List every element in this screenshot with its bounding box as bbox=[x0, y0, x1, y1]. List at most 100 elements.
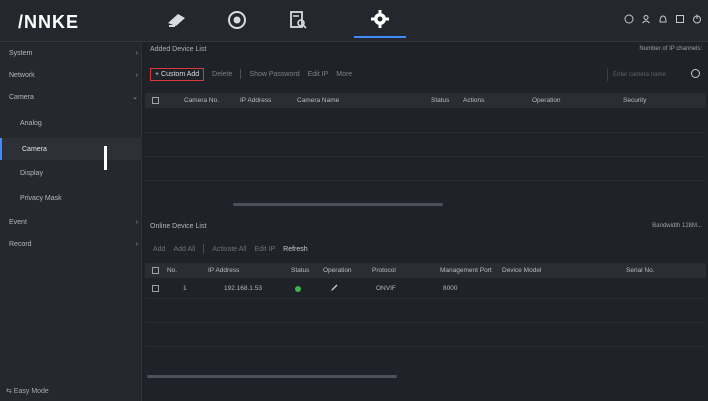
sidebar-item-label: Camera bbox=[9, 93, 34, 101]
chevron-right-icon: › bbox=[135, 49, 138, 57]
added-table-header: Camera No. IP Address Camera Name Status… bbox=[145, 93, 706, 108]
col-protocol: Protocol bbox=[372, 267, 396, 274]
main-panel: Added Device List Number of IP channels:… bbox=[143, 42, 708, 401]
top-bar: /NNKE bbox=[0, 0, 708, 42]
more-button[interactable]: More bbox=[336, 71, 352, 78]
online-table-header: No. IP Address Status Operation Protocol… bbox=[145, 263, 706, 278]
sidebar-item-system[interactable]: System › bbox=[0, 42, 142, 64]
file-search-nav[interactable] bbox=[272, 4, 324, 38]
sidebar-item-privacy-mask[interactable]: Privacy Mask bbox=[0, 187, 142, 209]
sidebar-item-display[interactable]: Display bbox=[0, 162, 142, 184]
sidebar-item-event[interactable]: Event › bbox=[0, 211, 142, 233]
top-right-icons bbox=[624, 14, 702, 24]
alarm-icon[interactable] bbox=[658, 14, 668, 24]
cell-management-port: 8000 bbox=[443, 285, 458, 292]
col-serial-no: Serial No. bbox=[626, 267, 655, 274]
col-no: No. bbox=[167, 267, 178, 274]
user-icon[interactable] bbox=[641, 14, 651, 24]
col-camera-no: Camera No. bbox=[184, 97, 220, 104]
sidebar-item-label: System bbox=[9, 49, 33, 57]
edit-ip-button[interactable]: Edit IP bbox=[255, 246, 276, 253]
select-all-checkbox[interactable] bbox=[152, 267, 159, 274]
table-divider bbox=[145, 346, 706, 347]
edit-pencil-icon[interactable] bbox=[330, 283, 339, 294]
toolbar-divider bbox=[240, 69, 242, 79]
sidebar: System › Network › Camera ⌄ Analog Camer… bbox=[0, 42, 142, 401]
chevron-right-icon: › bbox=[135, 218, 138, 226]
col-ip-address: IP Address bbox=[240, 97, 272, 104]
online-device-title[interactable]: Online Device List bbox=[150, 223, 206, 230]
sidebar-item-label: Privacy Mask bbox=[20, 194, 62, 202]
table-row[interactable]: 1 192.168.1.53 ONVIF 8000 bbox=[145, 282, 706, 297]
bandwidth-label: Bandwidth 128M... bbox=[652, 223, 702, 229]
cell-no: 1 bbox=[183, 285, 187, 292]
select-all-checkbox[interactable] bbox=[152, 97, 159, 104]
col-status: Status bbox=[431, 97, 450, 104]
col-operation: Operation bbox=[323, 267, 352, 274]
col-actions: Actions bbox=[463, 97, 485, 104]
search-file-icon bbox=[289, 10, 307, 32]
col-ip-address: IP Address bbox=[208, 267, 240, 274]
live-view-nav[interactable] bbox=[151, 4, 203, 38]
camera-search-input[interactable]: Enter camera name bbox=[607, 68, 702, 81]
status-online-icon bbox=[295, 286, 301, 292]
settings-gear-icon bbox=[370, 9, 390, 31]
sidebar-item-label: Event bbox=[9, 218, 27, 226]
table-divider bbox=[145, 180, 706, 181]
sidebar-item-network[interactable]: Network › bbox=[0, 64, 142, 86]
toolbar-divider bbox=[203, 244, 205, 254]
col-management-port: Management Port bbox=[440, 267, 492, 274]
chevron-right-icon: › bbox=[135, 71, 138, 79]
refresh-button[interactable]: Refresh bbox=[283, 246, 308, 253]
horizontal-scrollbar[interactable] bbox=[233, 203, 443, 206]
sidebar-item-analog[interactable]: Analog bbox=[0, 112, 142, 134]
sidebar-item-label: Camera bbox=[22, 145, 47, 153]
col-operation: Operation bbox=[532, 97, 561, 104]
fullscreen-icon[interactable] bbox=[675, 14, 685, 24]
cell-ip-address: 192.168.1.53 bbox=[224, 285, 262, 292]
text-cursor-icon bbox=[104, 146, 107, 170]
activate-all-button[interactable]: Activate All bbox=[212, 246, 246, 253]
custom-add-button[interactable]: + Custom Add bbox=[150, 67, 205, 81]
col-status: Status bbox=[291, 267, 310, 274]
cell-protocol: ONVIF bbox=[376, 285, 396, 292]
show-password-button[interactable]: Show Password bbox=[249, 71, 299, 78]
col-security: Security bbox=[623, 97, 647, 104]
sidebar-item-label: Display bbox=[20, 169, 43, 177]
online-toolbar: Add Add All Activate All Edit IP Refresh bbox=[153, 242, 308, 256]
brand-logo: /NNKE bbox=[18, 12, 80, 32]
sidebar-item-label: Record bbox=[9, 240, 32, 248]
chevron-right-icon: › bbox=[135, 240, 138, 248]
row-checkbox[interactable] bbox=[152, 285, 159, 292]
playback-nav[interactable] bbox=[211, 4, 263, 38]
table-divider bbox=[145, 132, 706, 133]
summary-text: Number of IP channels: bbox=[639, 46, 702, 52]
added-device-title: Added Device List bbox=[150, 46, 207, 53]
table-divider bbox=[145, 322, 706, 323]
camera-live-icon bbox=[166, 11, 188, 31]
search-icon[interactable] bbox=[691, 69, 700, 78]
delete-button[interactable]: Delete bbox=[212, 71, 232, 78]
add-all-button[interactable]: Add All bbox=[173, 246, 195, 253]
info-icon[interactable] bbox=[624, 14, 634, 24]
power-icon[interactable] bbox=[692, 14, 702, 24]
sidebar-item-label: Network bbox=[9, 71, 35, 79]
channel-summary: Number of IP channels: bbox=[639, 46, 702, 52]
table-divider bbox=[145, 156, 706, 157]
col-camera-name: Camera Name bbox=[297, 97, 340, 104]
table-divider bbox=[145, 298, 706, 299]
sidebar-item-label: Analog bbox=[20, 119, 42, 127]
settings-nav[interactable] bbox=[354, 4, 406, 38]
easy-mode-toggle[interactable]: ⇆ Easy Mode bbox=[6, 387, 49, 395]
sidebar-item-camera[interactable]: Camera bbox=[0, 138, 142, 160]
chevron-down-icon: ⌄ bbox=[132, 94, 138, 101]
search-placeholder: Enter camera name bbox=[613, 71, 666, 78]
sidebar-item-record[interactable]: Record › bbox=[0, 233, 142, 255]
edit-ip-button[interactable]: Edit IP bbox=[308, 71, 329, 78]
playback-icon bbox=[227, 10, 247, 32]
sidebar-item-camera-group[interactable]: Camera ⌄ bbox=[0, 86, 142, 108]
horizontal-scrollbar[interactable] bbox=[147, 375, 397, 378]
added-toolbar: + Custom Add Delete Show Password Edit I… bbox=[150, 65, 352, 83]
col-device-model: Device Model bbox=[502, 267, 542, 274]
add-button[interactable]: Add bbox=[153, 246, 165, 253]
